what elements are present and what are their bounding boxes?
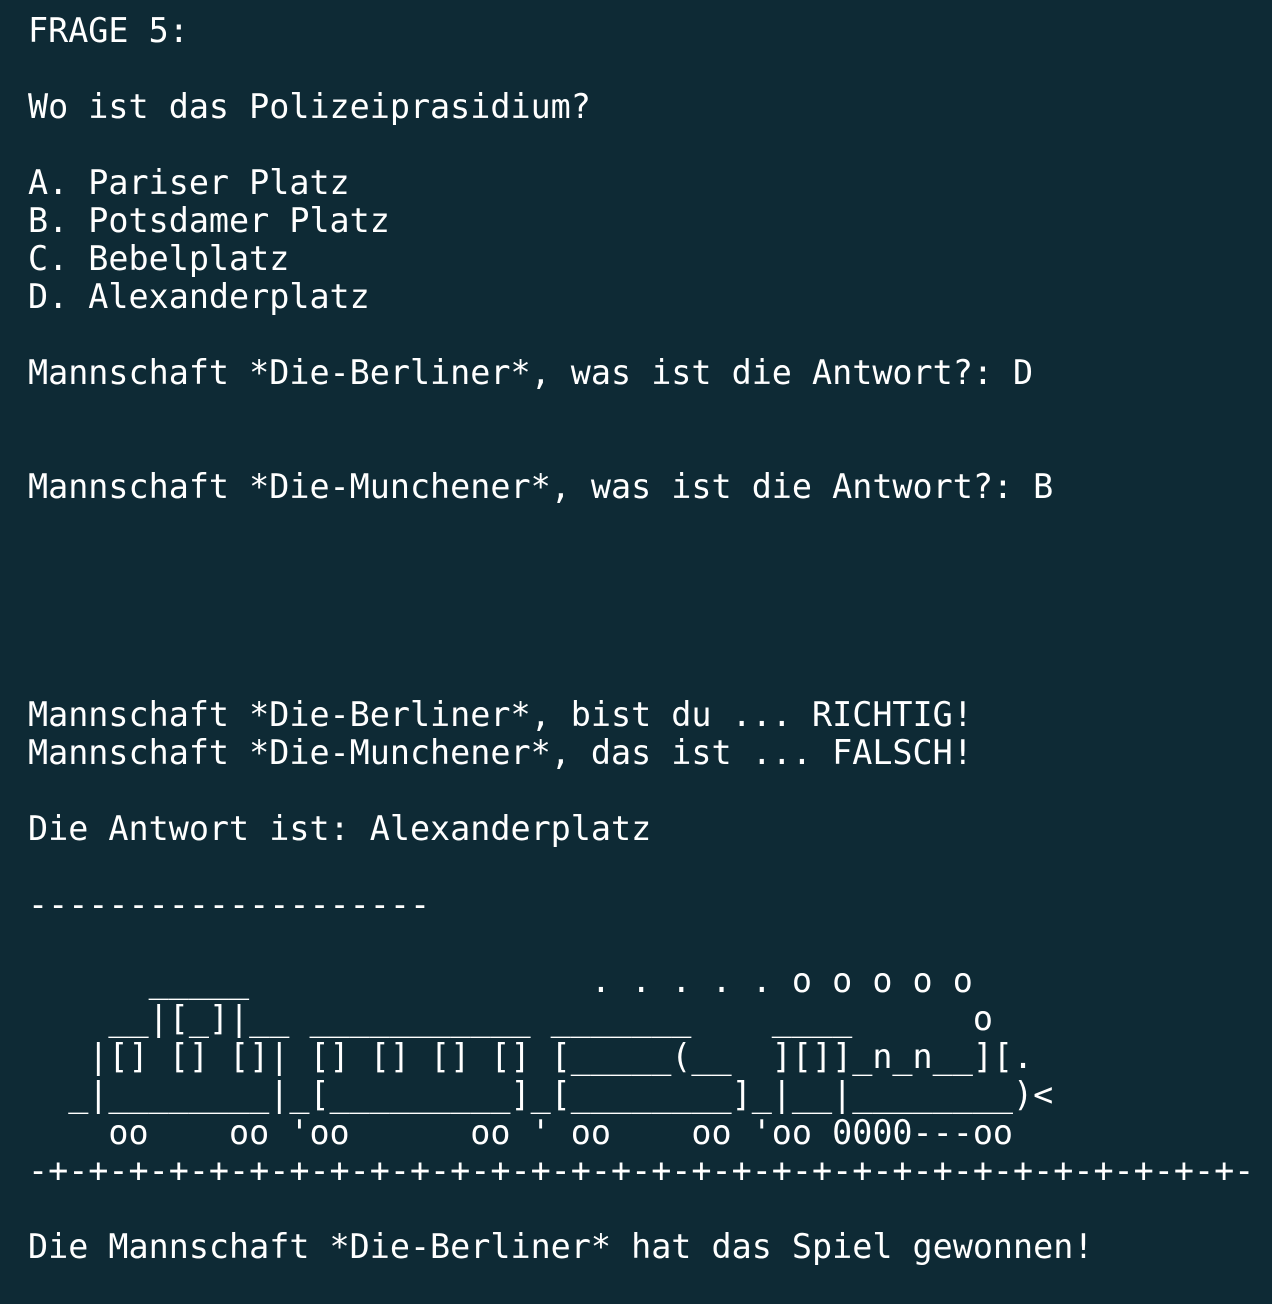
team1-answer-prompt: Mannschaft *Die-Berliner*, was ist die A… xyxy=(28,353,1034,392)
terminal-window: FRAGE 5: Wo ist das Polizeiprasidium? A.… xyxy=(0,0,1272,1304)
train-art-line: __|[_]|__ ___________ _______ ____ o xyxy=(28,999,993,1038)
train-track: -+-+-+-+-+-+-+-+-+-+-+-+-+-+-+-+-+-+-+-+… xyxy=(28,1151,1255,1190)
train-ascii-art: _____ . . . . . o o o o o __|[_]|__ ____… xyxy=(28,962,1272,1190)
question-header: FRAGE 5: xyxy=(28,11,189,50)
train-art-line: |[] [] []| [] [] [] [] [_____(__ ][]]_n_… xyxy=(28,1037,1034,1076)
option-c: C. Bebelplatz xyxy=(28,239,290,278)
winner-message: Die Mannschaft *Die-Berliner* hat das Sp… xyxy=(28,1227,1094,1266)
train-art-line: _____ . . . . . o o o o o xyxy=(28,961,973,1000)
team1-result: Mannschaft *Die-Berliner*, bist du ... R… xyxy=(28,695,973,734)
train-art-line: oo oo 'oo oo ' oo oo 'oo 0000---oo xyxy=(28,1113,1014,1152)
team2-answer-prompt: Mannschaft *Die-Munchener*, was ist die … xyxy=(28,467,1054,506)
option-d: D. Alexanderplatz xyxy=(28,277,370,316)
train-art-line: _|________|_[_________]_[________]_|__|_… xyxy=(28,1075,1054,1114)
option-b: B. Potsdamer Platz xyxy=(28,201,390,240)
option-a: A. Pariser Platz xyxy=(28,163,350,202)
team2-result: Mannschaft *Die-Munchener*, das ist ... … xyxy=(28,733,973,772)
question-text: Wo ist das Polizeiprasidium? xyxy=(28,87,591,126)
correct-answer: Die Antwort ist: Alexanderplatz xyxy=(28,809,652,848)
separator-line: -------------------- xyxy=(28,885,431,924)
